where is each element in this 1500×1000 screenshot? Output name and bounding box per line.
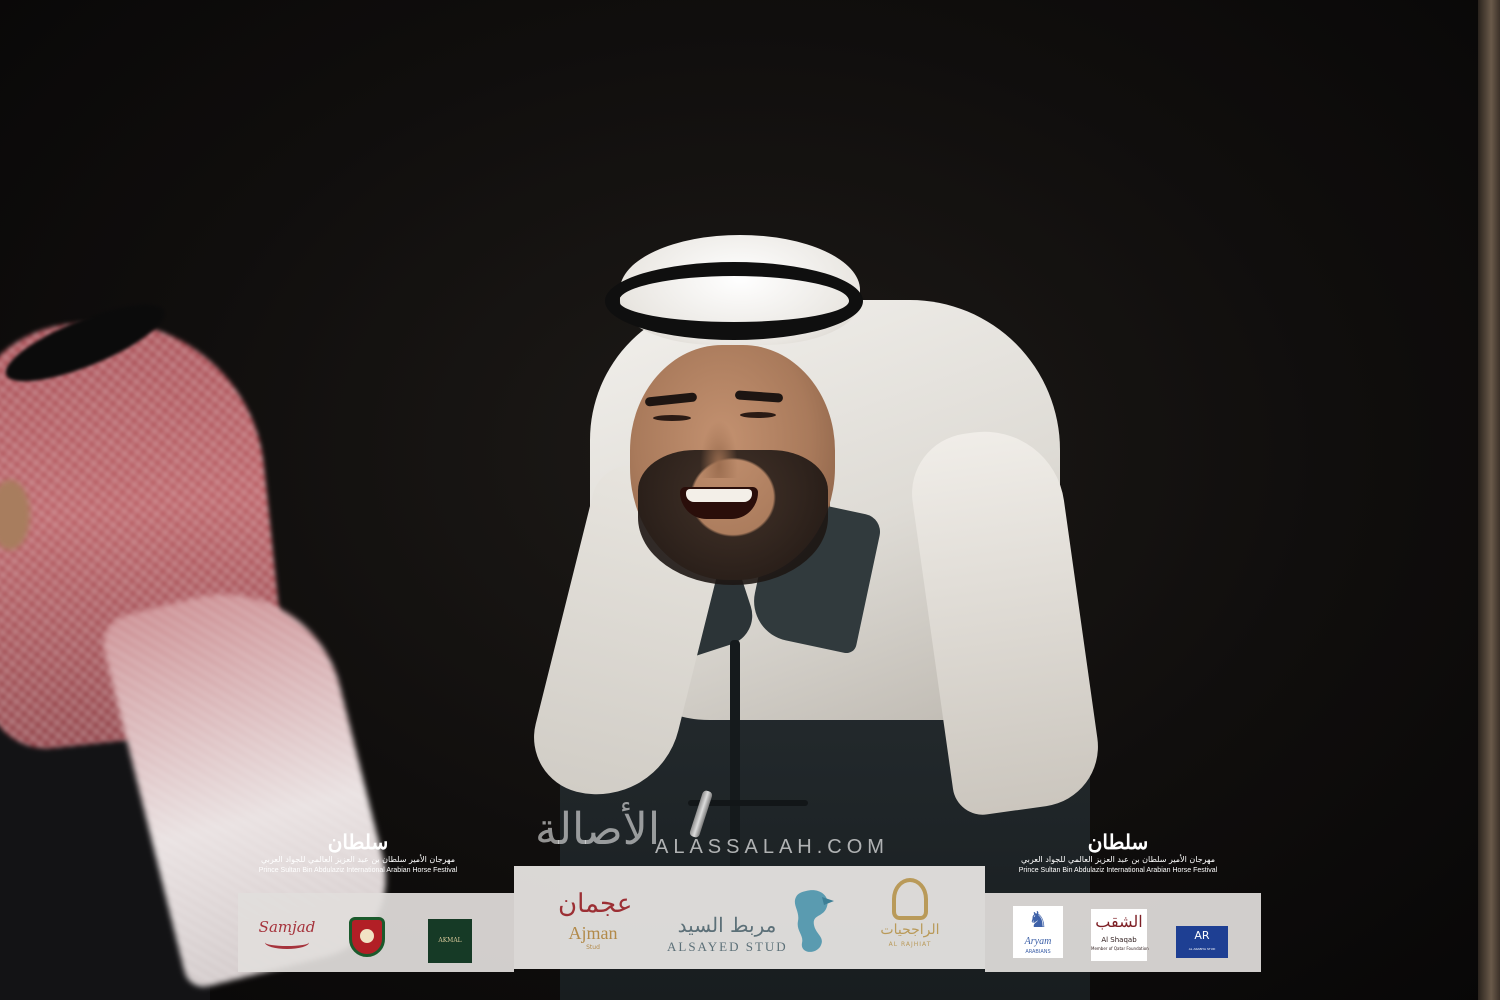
seahorse-svg	[794, 890, 834, 952]
alrajhiat-english: AL RAJHIAT	[888, 941, 932, 948]
ajman-sub: Stud	[586, 944, 600, 951]
sponsor-crest-logo	[349, 917, 385, 957]
teeth	[686, 489, 752, 502]
right-eye	[740, 412, 776, 418]
alshaqab-sub: Member of Qatar Foundation	[1091, 946, 1149, 951]
watermark-arabic: الأصالة	[535, 804, 661, 855]
sponsor-aryam-logo: ♞ Aryam ARABIANS	[1013, 906, 1063, 958]
festival-logo-right: سلطان مهرجان الأمير سلطان بن عبد العزيز …	[1013, 830, 1223, 882]
festival-name-arabic: مهرجان الأمير سلطان بن عبد العزيز العالم…	[260, 855, 456, 864]
alrajhiat-arabic: الراجحيات	[880, 922, 940, 938]
sponsor-akmal-logo: AKMAL	[428, 919, 472, 963]
sponsor-alsayed-logo: مربط السيد ALSAYED STUD	[667, 911, 787, 959]
blue-logo-mark: AR	[1194, 929, 1210, 942]
ajman-arabic: عجمان	[558, 889, 633, 919]
watermark-latin: ALASSALAH.COM	[655, 836, 889, 858]
swoosh-icon	[265, 936, 309, 949]
alsayed-arabic: مربط السيد	[677, 913, 777, 937]
seahorse-icon	[786, 885, 838, 957]
festival-name-english: Prince Sultan Bin Abdulaziz Internationa…	[1018, 867, 1218, 874]
blue-logo-sub: AL ARABIYA STUD	[1188, 947, 1216, 951]
agal	[605, 262, 863, 340]
pillar	[1478, 0, 1500, 1000]
alshaqab-english: Al Shaqab	[1101, 936, 1137, 944]
chess-knight-calligraphy-icon: سلطان	[1087, 830, 1149, 854]
horse-head-icon	[892, 878, 928, 920]
chess-knight-calligraphy-icon: سلطان	[327, 830, 389, 854]
aryam-english: Aryam	[1024, 936, 1052, 947]
sponsor-blue-logo: AR AL ARABIYA STUD	[1176, 926, 1228, 958]
festival-name-english: Prince Sultan Bin Abdulaziz Internationa…	[258, 867, 458, 874]
sponsor-alrajhiat-logo: الراجحيات AL RAJHIAT	[875, 878, 945, 958]
sponsor-ajman-logo: عجمان Ajman Stud	[558, 886, 633, 964]
horse-icon: ♞	[1028, 908, 1048, 933]
festival-name-arabic: مهرجان الأمير سلطان بن عبد العزيز العالم…	[1020, 855, 1216, 864]
samjad-wordmark: Samjad	[258, 918, 316, 936]
subject-nose	[700, 420, 738, 478]
photograph: الأصالة ALASSALAH.COM سلطان مهرجان الأمي…	[0, 0, 1500, 1000]
alshaqab-arabic: الشقب	[1095, 912, 1143, 931]
left-eye	[653, 415, 691, 421]
sponsor-samjad-logo: Samjad	[256, 918, 318, 958]
sponsor-alshaqab-logo: الشقب Al Shaqab Member of Qatar Foundati…	[1091, 909, 1149, 961]
aryam-sub: ARABIANS	[1025, 949, 1051, 955]
ajman-english: Ajman	[568, 923, 618, 943]
festival-logo-left: سلطان مهرجان الأمير سلطان بن عبد العزيز …	[253, 830, 463, 882]
alsayed-english: ALSAYED STUD	[667, 939, 788, 954]
